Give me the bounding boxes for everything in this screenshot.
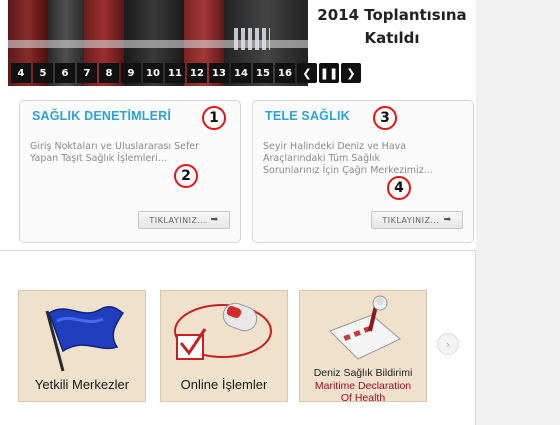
checklist-pen-icon xyxy=(329,295,401,360)
flag-icon xyxy=(45,306,125,372)
annotation-badge-2: 2 xyxy=(174,164,198,188)
right-sidebar-background xyxy=(476,0,560,425)
slider-caption-line-1: 2014 Toplantısına xyxy=(317,6,467,24)
service-authorized-centers[interactable]: Yetkili Merkezler xyxy=(18,290,146,402)
slider-prev-button[interactable]: ❮ xyxy=(297,63,317,83)
slider-page-7[interactable]: 7 xyxy=(77,63,97,83)
slider-caption-line-2: Katıldı xyxy=(364,29,420,47)
slider-page-13[interactable]: 13 xyxy=(209,63,229,83)
click-here-label: TIKLAYINIZ... xyxy=(149,215,207,225)
annotation-badge-1: 1 xyxy=(202,106,226,130)
click-here-label: TIKLAYINIZ... xyxy=(382,215,440,225)
slider-pause-button[interactable]: ❚❚ xyxy=(319,63,339,83)
carousel-next-button[interactable]: › xyxy=(437,333,459,355)
slider-page-15[interactable]: 15 xyxy=(253,63,273,83)
service-online-operations[interactable]: Online İşlemler xyxy=(160,290,288,402)
arrow-right-icon: ➡ xyxy=(210,215,219,225)
slider-next-button[interactable]: ❯ xyxy=(341,63,361,83)
slider-page-9[interactable]: 9 xyxy=(121,63,141,83)
news-slider: 2014 Toplantısına Katıldı 4 5 6 7 8 9 10… xyxy=(8,0,476,86)
annotation-badge-4: 4 xyxy=(387,176,411,200)
info-box-text: Seyir Halindeki Deniz ve Hava Araçlarınd… xyxy=(263,141,433,176)
info-box-title[interactable]: SAĞLIK DENETİMLERİ xyxy=(32,109,171,123)
slider-page-16[interactable]: 16 xyxy=(275,63,295,83)
slider-caption[interactable]: 2014 Toplantısına Katıldı xyxy=(308,0,476,56)
slider-page-4[interactable]: 4 xyxy=(11,63,31,83)
arrow-right-icon: ➡ xyxy=(443,215,452,225)
service-label-english-2: Of Health xyxy=(340,392,386,402)
service-label: Deniz Sağlık Bildirimi xyxy=(313,367,413,379)
slider-page-10[interactable]: 10 xyxy=(143,63,163,83)
mouse-checkbox-icon xyxy=(174,302,272,360)
slider-pager: 4 5 6 7 8 9 10 11 12 13 14 15 16 ❮ ❚❚ ❯ xyxy=(8,60,361,86)
info-box-title[interactable]: TELE SAĞLIK xyxy=(265,109,350,123)
click-here-button[interactable]: TIKLAYINIZ... ➡ xyxy=(138,211,230,229)
service-label-english: Maritime Declaration xyxy=(314,380,412,392)
slider-page-14[interactable]: 14 xyxy=(231,63,251,83)
info-box-text: Giriş Noktaları ve Uluslararası Sefer Ya… xyxy=(30,141,200,164)
slider-page-8[interactable]: 8 xyxy=(99,63,119,83)
slider-page-11[interactable]: 11 xyxy=(165,63,185,83)
service-label: Yetkili Merkezler xyxy=(34,377,130,392)
slider-page-6[interactable]: 6 xyxy=(55,63,75,83)
annotation-badge-3: 3 xyxy=(373,106,397,130)
slider-page-12[interactable]: 12 xyxy=(187,63,207,83)
info-box-tele-health: TELE SAĞLIK Seyir Halindeki Deniz ve Hav… xyxy=(252,100,474,243)
click-here-button[interactable]: TIKLAYINIZ... ➡ xyxy=(371,211,463,229)
slider-page-5[interactable]: 5 xyxy=(33,63,53,83)
service-label: Online İşlemler xyxy=(180,377,268,392)
service-maritime-declaration[interactable]: Deniz Sağlık Bildirimi Maritime Declarat… xyxy=(299,290,427,402)
